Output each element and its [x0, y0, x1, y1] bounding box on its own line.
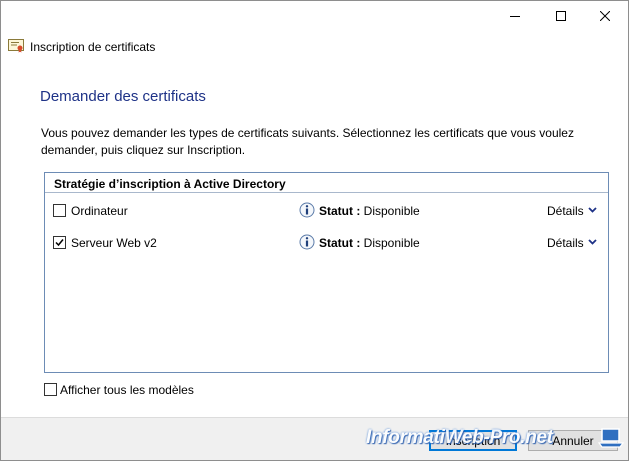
- page-heading: Demander des certificats: [40, 88, 206, 105]
- status-value: Disponible: [363, 204, 420, 218]
- status-text: Statut : Disponible: [319, 236, 420, 250]
- status-label: Statut :: [319, 204, 361, 218]
- close-button[interactable]: [582, 1, 628, 31]
- policy-header: Stratégie d’inscription à Active Directo…: [45, 173, 608, 193]
- dialog-title: Inscription de certificats: [30, 40, 156, 54]
- certificate-row: Serveur Web v2 Statut : Disponible Détai…: [45, 232, 608, 254]
- checkmark-icon: [55, 239, 64, 247]
- certificate-enrollment-window: Inscription de certificats Demander des …: [0, 0, 629, 461]
- minimize-icon: [510, 16, 520, 17]
- maximize-button[interactable]: [538, 1, 584, 31]
- certificate-name: Serveur Web v2: [71, 236, 157, 250]
- close-icon: [600, 11, 610, 21]
- page-description: Vous pouvez demander les types de certif…: [41, 126, 574, 157]
- watermark: InformatiWeb-Pro.net: [366, 427, 553, 448]
- certificate-checkbox-ordinateur[interactable]: [53, 204, 66, 217]
- show-all-templates-label: Afficher tous les modèles: [60, 383, 194, 397]
- chevron-down-icon[interactable]: [588, 239, 597, 245]
- info-icon: [299, 234, 315, 250]
- maximize-icon: [556, 11, 566, 21]
- status-text: Statut : Disponible: [319, 204, 420, 218]
- laptop-logo-icon: [598, 428, 624, 448]
- policy-title: Stratégie d’inscription à Active Directo…: [54, 177, 286, 191]
- status-value: Disponible: [363, 236, 420, 250]
- details-link[interactable]: Détails: [547, 236, 584, 250]
- status-label: Statut :: [319, 236, 361, 250]
- minimize-button[interactable]: [492, 1, 538, 31]
- chevron-down-icon[interactable]: [588, 207, 597, 213]
- dialog-header: Inscription de certificats: [1, 31, 628, 59]
- enrollment-policy-panel: Stratégie d’inscription à Active Directo…: [44, 172, 609, 373]
- certificate-checkbox-serveur-web-v2[interactable]: [53, 236, 66, 249]
- details-link[interactable]: Détails: [547, 204, 584, 218]
- title-bar: [1, 1, 628, 31]
- certificate-icon: [8, 39, 24, 53]
- certificate-name: Ordinateur: [71, 204, 128, 218]
- show-all-templates-checkbox[interactable]: [44, 383, 57, 396]
- certificate-row: Ordinateur Statut : Disponible Détails: [45, 200, 608, 222]
- info-icon: [299, 202, 315, 218]
